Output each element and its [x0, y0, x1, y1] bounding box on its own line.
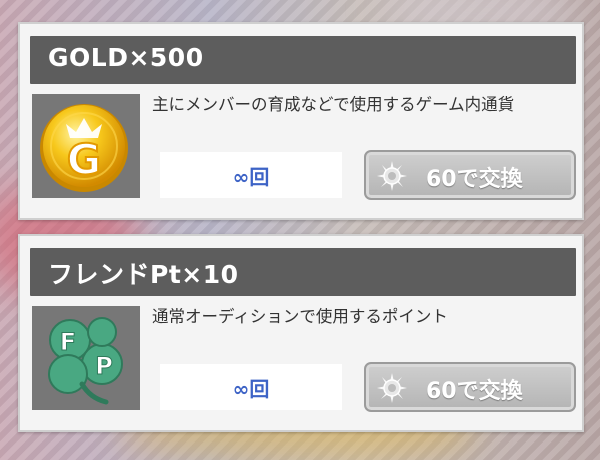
item-icon-box: G: [32, 94, 140, 198]
item-description: 通常オーディションで使用するポイント: [152, 307, 448, 326]
clover-letter-p: P: [95, 352, 113, 380]
crystal-medal-icon: [377, 373, 407, 403]
coin-letter: G: [67, 135, 101, 184]
gold-coin-icon: G: [40, 104, 128, 192]
crystal-medal-icon: [377, 161, 407, 191]
friend-point-clover-icon: F P: [48, 317, 123, 405]
exchange-item-card: フレンドPt×10 F P 通常オーディションで使用するポイント ∞回 60で交…: [18, 234, 584, 432]
item-header: GOLD×500: [30, 36, 576, 84]
item-title: フレンドPt×10: [48, 260, 239, 289]
exchange-item-card: GOLD×500 G 主にメンバーの育成などで使用するゲーム内通貨 ∞回 60で…: [18, 22, 584, 220]
exchange-button[interactable]: 60で交換: [364, 150, 576, 200]
exchange-button-label: 60で交換: [426, 167, 523, 192]
remaining-count: ∞回: [160, 364, 342, 410]
item-title: GOLD×500: [48, 43, 204, 72]
exchange-button-label: 60で交換: [426, 379, 523, 404]
clover-letter-f: F: [60, 328, 76, 356]
item-description: 主にメンバーの育成などで使用するゲーム内通貨: [152, 95, 515, 114]
remaining-count: ∞回: [160, 152, 342, 198]
exchange-button[interactable]: 60で交換: [364, 362, 576, 412]
item-header: フレンドPt×10: [30, 248, 576, 296]
item-icon-box: F P: [32, 306, 140, 410]
